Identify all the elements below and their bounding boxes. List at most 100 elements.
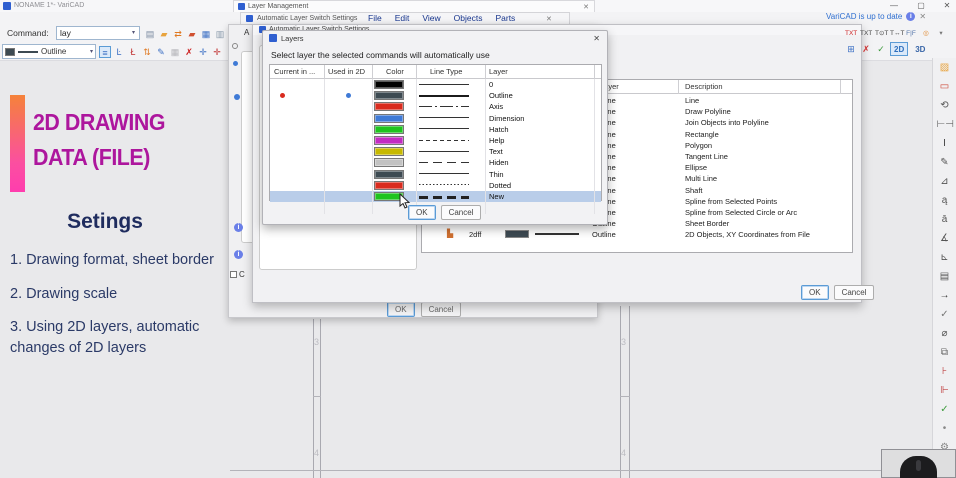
perp-dim-icon[interactable]: ⊾: [937, 252, 953, 264]
alss1-partial-label: A: [244, 28, 249, 37]
color-swatch[interactable]: [374, 147, 404, 156]
color-swatch[interactable]: [374, 158, 404, 167]
color-swatch[interactable]: [374, 181, 404, 190]
torus-icon[interactable]: ◎: [920, 28, 932, 40]
cancel-button[interactable]: Cancel: [834, 285, 875, 300]
dim-horizontal-icon[interactable]: ⊞: [845, 43, 857, 55]
slide-title-line2: DATA (FILE): [33, 144, 150, 171]
text-lines-icon[interactable]: TXT: [860, 28, 872, 40]
angle-tool-icon[interactable]: ⊿: [937, 176, 953, 188]
layer-row-text[interactable]: Text: [270, 146, 601, 157]
close-icon[interactable]: ✕: [593, 34, 600, 43]
delete-red-icon[interactable]: ✗: [183, 46, 195, 58]
info-icon[interactable]: i: [906, 12, 915, 21]
color-swatch[interactable]: [374, 136, 404, 145]
import-arrows-icon[interactable]: ⇄: [172, 28, 184, 40]
dot-icon[interactable]: •: [937, 423, 953, 435]
hatch-box-icon[interactable]: ⧉: [937, 347, 953, 359]
command-dropdown-icon[interactable]: ▾: [128, 27, 139, 39]
slide-list-item: 2. Drawing scale: [10, 284, 230, 305]
layer-row-dimension[interactable]: Dimension: [270, 113, 601, 124]
table-row[interactable]: ▙2dffOutline2D Objects, XY Coordinates f…: [422, 229, 852, 240]
view-3d-button[interactable]: 3D: [911, 42, 929, 56]
layer-delete-icon[interactable]: Ł: [127, 46, 139, 58]
text-leader-icon[interactable]: ā: [937, 214, 953, 226]
table-icon[interactable]: ▤: [937, 271, 953, 283]
ok-button[interactable]: OK: [387, 302, 415, 317]
move-layer-icon[interactable]: ⇅: [141, 46, 153, 58]
color-swatch[interactable]: [374, 170, 404, 179]
open-folder-icon[interactable]: ▰: [158, 28, 170, 40]
checkbox[interactable]: [230, 271, 237, 278]
dismiss-icon[interactable]: ✕: [919, 12, 926, 21]
cancel-button[interactable]: Cancel: [421, 302, 462, 317]
close-button[interactable]: ✕: [941, 1, 953, 10]
save-icon[interactable]: ▦: [200, 28, 212, 40]
dim-delete-icon[interactable]: ✗: [860, 43, 872, 55]
bullet-icon: [234, 94, 240, 100]
layer-row-axis[interactable]: Axis: [270, 101, 601, 112]
angle-dim-icon[interactable]: ∡: [937, 233, 953, 245]
radio-icon[interactable]: [232, 43, 238, 49]
menu-item-file[interactable]: File: [368, 13, 382, 23]
menu-item-edit[interactable]: Edit: [395, 13, 410, 23]
menu-item-objects[interactable]: Objects: [454, 13, 483, 23]
documents-icon[interactable]: ▥: [214, 28, 226, 40]
layer-row-outline[interactable]: Outline: [270, 90, 601, 101]
dim-check2-icon[interactable]: ✓: [937, 309, 953, 321]
leader-a-icon[interactable]: ą: [937, 195, 953, 207]
disabled-box-icon[interactable]: ▦: [169, 46, 181, 58]
recent-folder-icon[interactable]: ▰: [186, 28, 198, 40]
layer-row-0[interactable]: 0: [270, 79, 601, 90]
dim-horiz-icon[interactable]: ⊢⊣: [937, 119, 953, 131]
snap-cross2-icon[interactable]: ✛: [211, 46, 223, 58]
dropdown-icon[interactable]: ▾: [935, 28, 947, 40]
layer-row-thin[interactable]: Thin: [270, 169, 601, 180]
text-style-icon[interactable]: TXT: [845, 28, 857, 40]
layer-row-dotted[interactable]: Dotted: [270, 180, 601, 191]
color-swatch[interactable]: [374, 125, 404, 134]
view-2d-button[interactable]: 2D: [890, 42, 908, 56]
layer-row-help[interactable]: Help: [270, 135, 601, 146]
layer-row-new[interactable]: New: [270, 191, 601, 202]
text-cursor-icon[interactable]: I: [937, 138, 953, 150]
minimize-button[interactable]: —: [888, 1, 900, 10]
text-width-icon[interactable]: T↔T: [890, 28, 902, 40]
line-draw-icon[interactable]: ✎: [937, 157, 953, 169]
confirm-icon[interactable]: ✓: [937, 404, 953, 416]
ok-button[interactable]: OK: [408, 205, 436, 220]
close-icon[interactable]: ✕: [583, 3, 589, 11]
new-file-icon[interactable]: ▤: [144, 28, 156, 40]
dim-red1-icon[interactable]: ⊦: [937, 366, 953, 378]
dim-check-icon[interactable]: ✓: [875, 43, 887, 55]
diameter-icon[interactable]: ⌀: [937, 328, 953, 340]
layers-table[interactable]: Current in ... Used in 2D Color Line Typ…: [269, 64, 602, 201]
cancel-button[interactable]: Cancel: [441, 205, 482, 220]
color-swatch[interactable]: [374, 102, 404, 111]
line-type-sample: [419, 184, 469, 185]
font-icon[interactable]: F|F: [905, 28, 917, 40]
color-swatch[interactable]: [374, 80, 404, 89]
menu-item-parts[interactable]: Parts: [495, 13, 515, 23]
layer-row-hiden[interactable]: Hiden: [270, 157, 601, 168]
layers-icon[interactable]: ≡: [99, 46, 111, 58]
layer-management-window[interactable]: Layer Management ✕: [233, 0, 595, 12]
layer-edit-icon[interactable]: Ŀ: [113, 46, 125, 58]
snap-cross-icon[interactable]: ✛: [197, 46, 209, 58]
layer-row-hatch[interactable]: Hatch: [270, 124, 601, 135]
close-icon[interactable]: ✕: [546, 15, 552, 23]
maximize-button[interactable]: ▢: [915, 1, 927, 10]
rectangle-tool-icon[interactable]: ▭: [937, 81, 953, 93]
color-swatch[interactable]: [374, 114, 404, 123]
layers-dialog-titlebar[interactable]: Layers ✕: [263, 31, 607, 45]
text-rotate-icon[interactable]: T⊙T: [875, 28, 887, 40]
layer-folder-icon[interactable]: ▨: [937, 62, 953, 74]
linestyle-combo[interactable]: Outline ▾: [2, 44, 96, 59]
arrow-right-icon[interactable]: →: [937, 290, 953, 302]
menu-item-view[interactable]: View: [422, 13, 440, 23]
ok-button[interactable]: OK: [801, 285, 829, 300]
color-swatch[interactable]: [374, 91, 404, 100]
dim-red2-icon[interactable]: ⊩: [937, 385, 953, 397]
rename-layer-icon[interactable]: ✎: [155, 46, 167, 58]
rotate-selection-icon[interactable]: ⟲: [937, 100, 953, 112]
